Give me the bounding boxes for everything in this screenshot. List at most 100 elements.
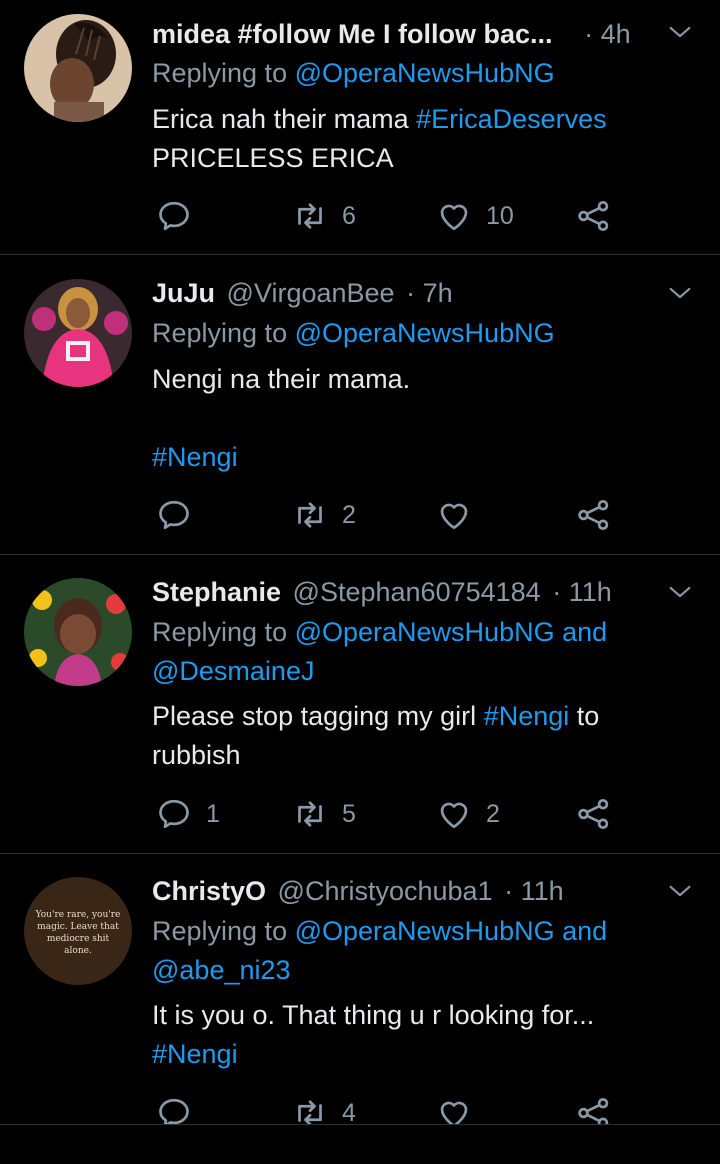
action-bar: 1 5 2 (152, 794, 632, 834)
bottom-compose-bar[interactable] (0, 1124, 720, 1164)
replying-prefix: Replying to (152, 916, 295, 946)
tweet-text-line: Erica nah their mama (152, 104, 417, 134)
retweet-button[interactable]: 6 (292, 196, 356, 236)
timestamp[interactable]: · 7h (406, 278, 453, 308)
divider (0, 254, 720, 255)
retweet-button[interactable]: 2 (292, 495, 356, 535)
share-icon (576, 1095, 612, 1124)
heart-icon (436, 1095, 472, 1124)
avatar[interactable] (24, 14, 132, 122)
hashtag-link[interactable]: #Nengi (152, 442, 238, 472)
tweet-header: midea #follow Me I follow bac... · 4h (152, 14, 631, 54)
hashtag-link[interactable]: #Nengi (152, 1039, 238, 1069)
tweet[interactable]: JuJu @VirgoanBee · 7h Replying to @Opera… (0, 273, 720, 553)
replying-prefix: Replying to (152, 617, 295, 647)
retweet-icon (292, 1095, 328, 1124)
display-name[interactable]: Stephanie (152, 577, 281, 607)
retweet-button[interactable]: 4 (292, 1093, 356, 1124)
replying-and: and (554, 617, 608, 647)
tweet-header: Stephanie @Stephan60754184 · 11h (152, 572, 612, 612)
replying-to: Replying to @OperaNewsHubNG (152, 314, 672, 353)
reply-button[interactable] (156, 1093, 192, 1124)
reply-icon (156, 198, 192, 234)
reply-button[interactable]: 1 (156, 794, 220, 834)
reply-icon (156, 497, 192, 533)
share-button[interactable] (576, 495, 612, 535)
chevron-down-icon[interactable] (666, 18, 694, 46)
tweet-header: ChristyO @Christyochuba1 · 11h (152, 871, 564, 911)
action-bar: 6 10 (152, 196, 632, 236)
user-handle[interactable]: @VirgoanBee (227, 278, 395, 308)
retweet-count: 5 (342, 799, 356, 828)
hashtag-link[interactable]: #EricaDeserves (416, 104, 607, 134)
mention-link[interactable]: @OperaNewsHubNG (295, 58, 555, 88)
like-button[interactable] (436, 495, 472, 535)
like-button[interactable]: 10 (436, 196, 514, 236)
display-name[interactable]: JuJu (152, 278, 215, 308)
timestamp[interactable]: · 4h (584, 19, 631, 49)
tweet-text-line: Please stop tagging my girl (152, 701, 484, 731)
tweet-text: It is you o. That thing u r looking for.… (152, 996, 682, 1074)
share-button[interactable] (576, 794, 612, 834)
like-button[interactable]: 2 (436, 794, 500, 834)
avatar[interactable] (24, 279, 132, 387)
avatar[interactable]: You're rare, you're magic. Leave that me… (24, 877, 132, 985)
replying-to: Replying to @OperaNewsHubNG (152, 54, 672, 93)
share-icon (576, 497, 612, 533)
timestamp[interactable]: · 11h (552, 577, 612, 607)
action-bar: 2 (152, 495, 632, 535)
user-handle[interactable]: @Christyochuba1 (278, 876, 493, 906)
hashtag-link[interactable]: #Nengi (484, 701, 570, 731)
display-name[interactable]: ChristyO (152, 876, 266, 906)
retweet-count: 4 (342, 1098, 356, 1125)
replying-prefix: Replying to (152, 58, 295, 88)
mention-link[interactable]: @OperaNewsHubNG (295, 916, 555, 946)
tweet-text-line: Nengi na their mama. (152, 364, 411, 394)
divider (0, 554, 720, 555)
tweet-text-line: It is you o. That thing u r looking for.… (152, 1000, 595, 1030)
tweet[interactable]: You're rare, you're magic. Leave that me… (0, 871, 720, 1124)
retweet-icon (292, 497, 328, 533)
tweet-text: Nengi na their mama. (152, 360, 682, 399)
tweet-hashtag-line: #Nengi (152, 438, 682, 477)
share-icon (576, 198, 612, 234)
retweet-icon (292, 796, 328, 832)
chevron-down-icon[interactable] (666, 877, 694, 905)
reply-button[interactable] (156, 196, 192, 236)
tweet[interactable]: midea #follow Me I follow bac... · 4h Re… (0, 14, 720, 254)
heart-icon (436, 497, 472, 533)
tweet-header: JuJu @VirgoanBee · 7h (152, 273, 453, 313)
mention-link[interactable]: @OperaNewsHubNG (295, 318, 555, 348)
tweet[interactable]: Stephanie @Stephan60754184 · 11h Replyin… (0, 572, 720, 852)
reply-button[interactable] (156, 495, 192, 535)
retweet-count: 6 (342, 201, 356, 230)
like-count: 10 (486, 201, 514, 230)
share-button[interactable] (576, 1093, 612, 1124)
divider (0, 853, 720, 854)
share-icon (576, 796, 612, 832)
mention-link[interactable]: @abe_ni23 (152, 955, 291, 985)
reply-count: 1 (206, 799, 220, 828)
like-count: 2 (486, 799, 500, 828)
tweet-text: Erica nah their mama #EricaDeserves PRIC… (152, 100, 682, 178)
retweet-button[interactable]: 5 (292, 794, 356, 834)
heart-icon (436, 796, 472, 832)
replying-to: Replying to @OperaNewsHubNG and @Desmain… (152, 613, 672, 691)
tweet-text-line: PRICELESS ERICA (152, 143, 394, 173)
mention-link[interactable]: @DesmaineJ (152, 656, 314, 686)
reply-icon (156, 796, 192, 832)
mention-link[interactable]: @OperaNewsHubNG (295, 617, 555, 647)
user-handle[interactable]: @Stephan60754184 (293, 577, 541, 607)
retweet-icon (292, 198, 328, 234)
reply-icon (156, 1095, 192, 1124)
timestamp[interactable]: · 11h (504, 876, 564, 906)
avatar-quote: You're rare, you're magic. Leave that me… (35, 910, 121, 956)
chevron-down-icon[interactable] (666, 279, 694, 307)
share-button[interactable] (576, 196, 612, 236)
action-bar: 4 (152, 1093, 632, 1124)
display-name[interactable]: midea #follow Me I follow bac... (152, 19, 553, 49)
chevron-down-icon[interactable] (666, 578, 694, 606)
tweet-text-line: to (569, 701, 600, 731)
like-button[interactable] (436, 1093, 472, 1124)
avatar[interactable] (24, 578, 132, 686)
